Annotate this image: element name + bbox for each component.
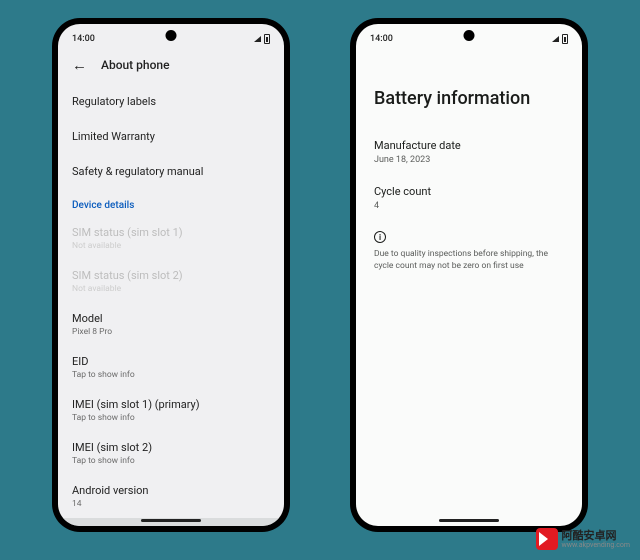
list-item[interactable]: Model Pixel 8 Pro xyxy=(58,303,284,346)
home-indicator[interactable] xyxy=(439,519,499,522)
app-bar: ← About phone xyxy=(58,50,284,84)
watermark: 阿酷安卓网 www.akpvending.com xyxy=(536,528,630,550)
settings-list[interactable]: Regulatory labels Limited Warranty Safet… xyxy=(58,84,284,526)
list-item[interactable]: IMEI (sim slot 1) (primary) Tap to show … xyxy=(58,389,284,432)
screen-about-phone: 14:00 ← About phone Regulatory labels Li… xyxy=(58,24,284,526)
signal-icon xyxy=(552,36,559,42)
list-item[interactable]: IMEI (sim slot 2) Tap to show info xyxy=(58,432,284,475)
front-camera xyxy=(464,30,475,41)
screen-battery-info: 14:00 Battery information Manufacture da… xyxy=(356,24,582,526)
battery-icon xyxy=(562,34,568,44)
status-time: 14:00 xyxy=(72,34,95,44)
page-title: About phone xyxy=(101,58,170,72)
watermark-name: 阿酷安卓网 xyxy=(562,530,630,541)
list-item[interactable]: Safety & regulatory manual xyxy=(58,154,284,189)
battery-icon xyxy=(264,34,270,44)
info-icon: i xyxy=(374,231,386,243)
status-icons xyxy=(254,34,270,44)
info-cycle-count: Cycle count 4 xyxy=(356,175,582,221)
front-camera xyxy=(166,30,177,41)
list-item[interactable]: Regulatory labels xyxy=(58,84,284,119)
list-item[interactable]: Android version 14 xyxy=(58,475,284,518)
page-title: Battery information xyxy=(356,50,582,129)
phone-frame-right: 14:00 Battery information Manufacture da… xyxy=(350,18,588,532)
watermark-logo-icon xyxy=(536,528,558,550)
info-manufacture-date: Manufacture date June 18, 2023 xyxy=(356,129,582,175)
status-icons xyxy=(552,34,568,44)
list-item[interactable]: EID Tap to show info xyxy=(58,346,284,389)
list-item-disabled: SIM status (sim slot 1) Not available xyxy=(58,217,284,260)
phone-frame-left: 14:00 ← About phone Regulatory labels Li… xyxy=(52,18,290,532)
back-arrow-icon[interactable]: ← xyxy=(72,56,87,74)
list-item-disabled: SIM status (sim slot 2) Not available xyxy=(58,260,284,303)
signal-icon xyxy=(254,36,261,42)
info-note: i Due to quality inspections before ship… xyxy=(356,221,582,283)
list-item[interactable]: Limited Warranty xyxy=(58,119,284,154)
section-header: Device details xyxy=(58,189,284,217)
status-time: 14:00 xyxy=(370,34,393,44)
watermark-url: www.akpvending.com xyxy=(562,542,630,549)
home-indicator[interactable] xyxy=(141,519,201,522)
